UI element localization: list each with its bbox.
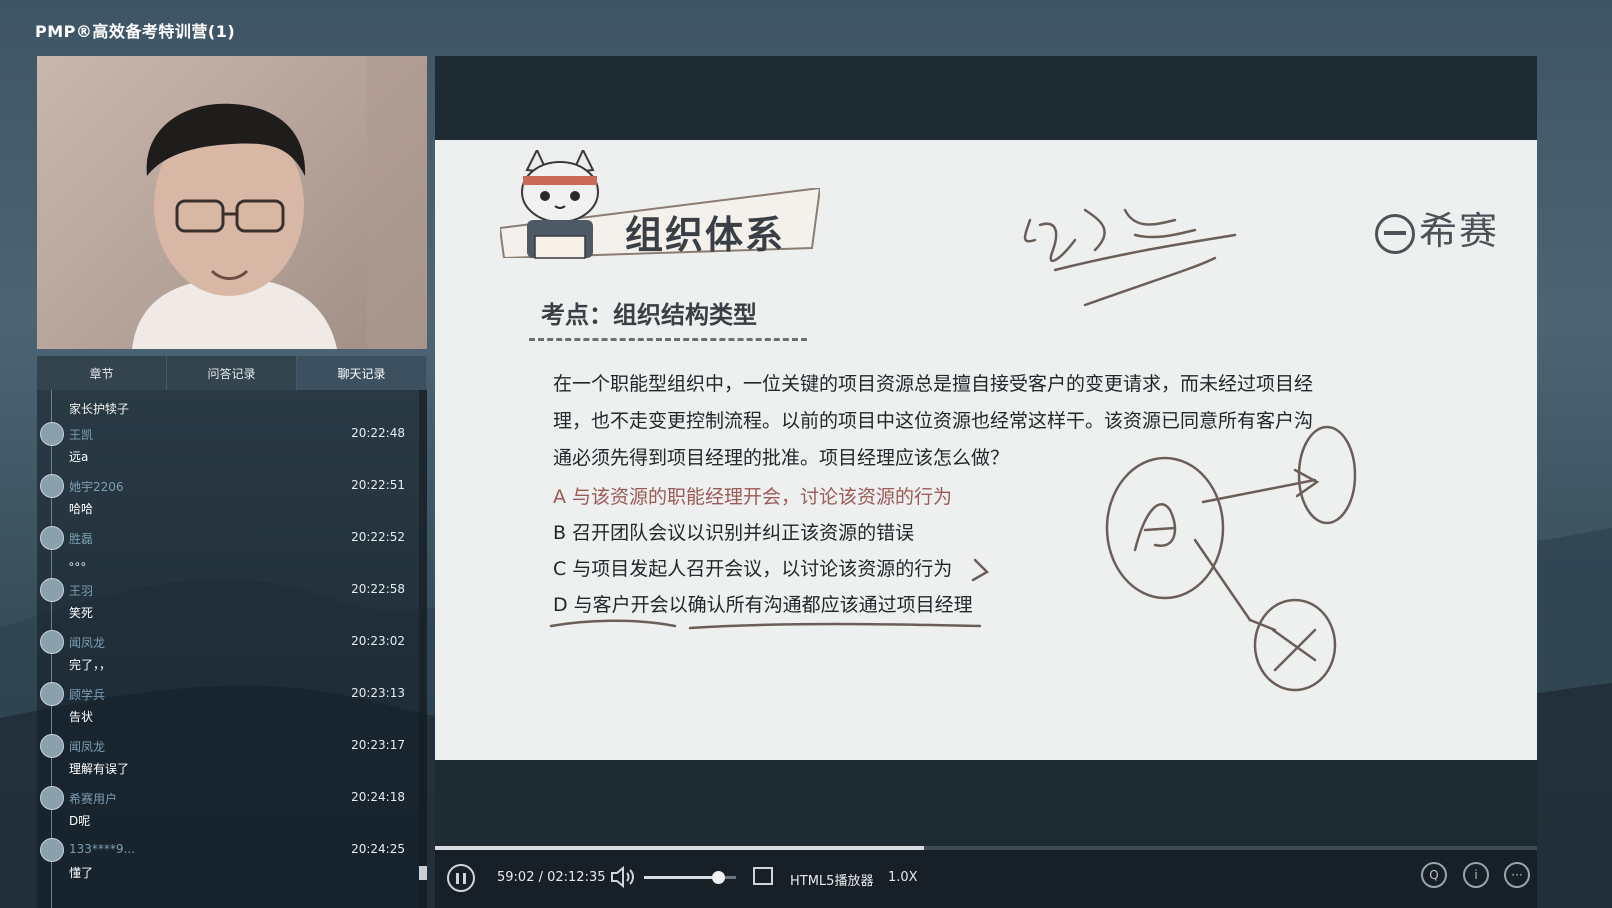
user-avatar [40, 786, 64, 810]
chat-username: 闻凤龙 [69, 740, 106, 754]
user-avatar [40, 578, 64, 602]
chat-time: 20:24:18 [351, 790, 405, 804]
player-controls: 59:02 / 02:12:35 HTML5播放器 1.0X Q i ··· [435, 846, 1537, 908]
exam-point-heading: 考点：组织结构类型 [541, 301, 757, 329]
info-icon[interactable]: i [1463, 862, 1489, 888]
volume-fill [644, 876, 718, 879]
pip-icon[interactable] [753, 867, 773, 885]
brand-mark-icon [1374, 213, 1415, 254]
chat-time: 20:22:48 [351, 426, 405, 440]
chat-item: 她宇2206 20:22:51 哈哈 [37, 474, 417, 526]
question-text: 在一个职能型组织中，一位关键的项目资源总是擅自接受客户的变更请求，而未经过项目经… [553, 373, 1314, 469]
chat-message-text: 家长护犊子 [69, 402, 130, 416]
chat-time: 20:23:17 [351, 738, 405, 752]
chat-item: 王凯 20:22:48 远a [37, 422, 417, 474]
chat-list: 家长护犊子 王凯 20:22:48 远a 她宇2206 20:22:51 哈哈 … [37, 390, 427, 908]
user-avatar [40, 838, 64, 862]
app-title: PMP®高效备考特训营(1) [35, 22, 236, 41]
volume-icon[interactable] [610, 866, 636, 888]
option-c: C 与项目发起人召开会议，以讨论该资源的行为 [553, 558, 953, 580]
tab-qa-records[interactable]: 问答记录 [167, 356, 297, 390]
webcam-video [37, 56, 427, 349]
user-avatar [40, 474, 64, 498]
chat-item: 王羽 20:22:58 笑死 [37, 578, 417, 630]
cat-mascot-icon [521, 150, 599, 259]
option-b: B 召开团队会议以识别并纠正该资源的错误 [553, 522, 915, 544]
volume-slider[interactable] [644, 871, 736, 884]
tab-chapters[interactable]: 章节 [37, 356, 167, 390]
chat-item: 顾学兵 20:23:13 告状 [37, 682, 417, 734]
brand-name: 希赛 [1418, 209, 1499, 253]
q-icon[interactable]: Q [1421, 862, 1447, 888]
slide-title: 组织体系 [625, 213, 786, 257]
time-display: 59:02 / 02:12:35 [497, 870, 606, 885]
chat-username: 王羽 [69, 584, 94, 598]
chat-time: 20:22:52 [351, 530, 405, 544]
video-player: 组织体系 希赛 考点：组织结构类型 在一个职能型组织中，一位关键的项目资源总是擅… [435, 56, 1537, 908]
user-avatar [40, 682, 64, 706]
chat-message-text: 笑死 [69, 606, 94, 620]
chat-scroll-thumb[interactable] [419, 866, 427, 880]
chat-time: 20:23:02 [351, 634, 405, 648]
user-avatar [40, 422, 64, 446]
chat-username: 希赛用户 [69, 792, 118, 806]
chat-item: 133****9... 20:24:25 懂了 [37, 838, 417, 890]
chat-message-text: 告状 [69, 710, 94, 724]
chat-item: 胜磊 20:22:52 。。。 [37, 526, 417, 578]
chat-username: 顾学兵 [69, 688, 106, 702]
lecture-slide: 组织体系 希赛 考点：组织结构类型 在一个职能型组织中，一位关键的项目资源总是擅… [435, 140, 1537, 760]
chat-username: 胜磊 [69, 532, 94, 546]
option-a: A 与该资源的职能经理开会，讨论该资源的行为 [553, 486, 953, 508]
chat-item: 闻凤龙 20:23:02 完了，， [37, 630, 417, 682]
chat-username: 她宇2206 [69, 480, 124, 494]
chat-scrollbar[interactable] [419, 390, 427, 908]
user-avatar [40, 734, 64, 758]
chat-time: 20:22:58 [351, 582, 405, 596]
progress-fill [435, 846, 924, 850]
chat-message-text: 完了，， [69, 658, 112, 672]
chat-message-text: 。。。 [69, 554, 94, 568]
chat-message-text: 懂了 [69, 866, 94, 880]
chat-item: 希赛用户 20:24:18 D呢 [37, 786, 417, 838]
side-tabs: 章节 问答记录 聊天记录 [37, 356, 427, 390]
chat-item: 闻凤龙 20:23:17 理解有误了 [37, 734, 417, 786]
brand-logo: 希赛 [1374, 200, 1499, 255]
user-avatar [40, 630, 64, 654]
progress-bar[interactable] [435, 846, 1537, 850]
pause-icon[interactable] [447, 864, 475, 892]
chat-message-text: 远a [69, 450, 89, 464]
player-name: HTML5播放器 [790, 874, 874, 889]
chat-time: 20:23:13 [351, 686, 405, 700]
chat-time: 20:22:51 [351, 478, 405, 492]
chat-username: 133****9... [69, 842, 135, 856]
more-icon[interactable]: ··· [1504, 862, 1530, 888]
dashed-divider [529, 338, 807, 341]
tab-chat-records[interactable]: 聊天记录 [297, 356, 427, 390]
chat-message-text: 理解有误了 [69, 762, 130, 776]
presenter-figure [132, 103, 337, 349]
user-avatar [40, 526, 64, 550]
chat-message-text: 哈哈 [69, 502, 94, 516]
chat-message-text: D呢 [69, 814, 91, 828]
chat-time: 20:24:25 [351, 842, 405, 856]
playback-speed[interactable]: 1.0X [888, 870, 918, 885]
option-d: D 与客户开会以确认所有沟通都应该通过项目经理 [553, 594, 973, 616]
chat-username: 闻凤龙 [69, 636, 106, 650]
chat-username: 王凯 [69, 428, 94, 442]
volume-knob[interactable] [711, 871, 725, 884]
